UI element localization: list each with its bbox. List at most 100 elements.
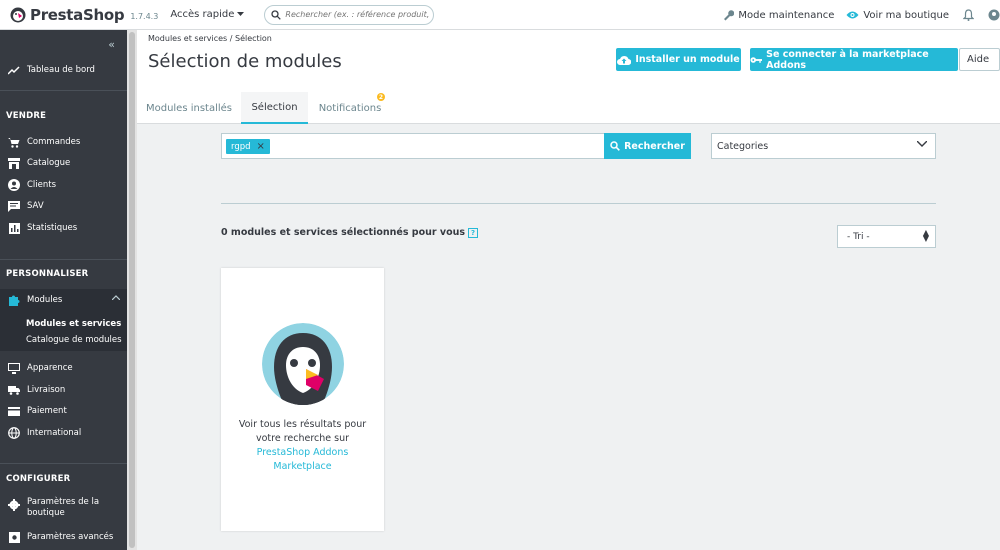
tab-label: Sélection [251,101,298,113]
search-icon [610,141,620,151]
sidebar-label: Modules [27,295,63,305]
chat-icon [8,200,20,212]
tab-selection[interactable]: Sélection [241,92,308,124]
eye-icon [846,11,859,19]
bar-chart-icon [8,222,20,234]
prestashop-logo[interactable]: PrestaShop [10,5,125,24]
sidebar-label: Paramètres de la boutique [27,497,100,518]
sidebar-label: Tableau de bord [27,65,95,75]
section-configure: CONFIGURER [6,474,71,484]
user-avatar-icon [988,9,1000,21]
sidebar-item-orders[interactable]: Commandes [0,133,127,151]
sidebar-label: Paiement [27,406,67,416]
notification-count-badge: 2 [377,93,385,101]
settings-icon [8,499,20,511]
sidebar-item-modules[interactable]: Modules [0,289,127,311]
bell-icon [963,9,974,21]
truck-icon [8,384,20,396]
submenu-modules-catalog[interactable]: Catalogue de modules [26,335,122,345]
page-title: Sélection de modules [148,51,342,72]
tab-label: Modules installés [145,102,233,114]
sidebar-item-catalog[interactable]: Catalogue [0,154,127,172]
chevron-up-icon [112,295,120,300]
sidebar-item-advanced-params[interactable]: Paramètres avancés [0,528,127,546]
search-button[interactable]: Rechercher [604,133,691,159]
monitor-icon [8,362,20,374]
sidebar-item-shipping[interactable]: Livraison [0,381,127,399]
view-shop-label: Voir ma boutique [863,9,949,21]
quick-access-menu[interactable]: Accès rapide [170,9,245,20]
install-module-label: Installer un module [635,54,740,65]
install-module-button[interactable]: Installer un module [616,48,741,71]
sidebar-divider [0,259,127,260]
section-customize: PERSONNALISER [6,269,89,279]
addons-marketplace-card[interactable]: Voir tous les résultats pour votre reche… [221,268,384,531]
globe-icon [8,427,20,439]
collapse-sidebar-icon[interactable]: « [108,38,115,51]
sidebar-label: Paramètres avancés [27,532,114,542]
sort-select[interactable]: - Tri - ▲ ▼ [837,225,936,248]
search-icon [271,9,282,20]
tab-label: Notifications [318,102,382,114]
puffin-mascot-image [262,323,344,405]
sidebar-label: Livraison [27,385,66,395]
search-button-label: Rechercher [624,140,685,152]
sidebar-item-payment[interactable]: Paiement [0,402,127,420]
trending-up-icon [8,64,20,76]
page-header: Modules et services / Sélection Sélectio… [137,30,1000,124]
sidebar-label: Apparence [27,363,73,373]
sort-arrows-icon: ▲ ▼ [922,228,929,243]
help-button[interactable]: Aide [959,48,1000,71]
search-tag-label: rgpd [231,141,251,152]
sidebar-item-shop-params[interactable]: Paramètres de la boutique [0,497,127,523]
employee-avatar[interactable] [988,9,1000,21]
search-tag[interactable]: rgpd × [226,139,270,154]
sidebar-label: Commandes [27,137,81,147]
result-count: 0 modules et services sélectionnés pour … [221,227,479,238]
addons-marketplace-link[interactable]: PrestaShop Addons Marketplace [231,446,374,474]
sidebar: « Tableau de bord VENDRE Commandes Catal… [0,30,127,550]
version-label: 1.7.4.3 [130,12,159,21]
result-count-label: 0 modules et services sélectionnés pour … [221,227,466,238]
modules-submenu [0,311,127,351]
sidebar-label: Statistiques [27,223,78,233]
sidebar-label: SAV [27,201,44,211]
sidebar-item-international[interactable]: International [0,424,127,442]
card-description: Voir tous les résultats pour votre reche… [238,419,367,444]
sidebar-divider [0,90,127,91]
sidebar-divider [0,463,127,464]
remove-tag-icon[interactable]: × [257,141,265,152]
connect-addons-label: Se connecter à la marketplace Addons [766,48,929,71]
notifications-bell[interactable] [963,9,974,21]
cloud-upload-icon [617,55,632,65]
section-divider [221,203,936,204]
sidebar-item-customers[interactable]: Clients [0,176,127,194]
quick-access-label: Accès rapide [170,9,235,20]
advanced-settings-icon [8,531,20,543]
view-shop-link[interactable]: Voir ma boutique [846,10,949,21]
store-icon [8,157,20,169]
connect-addons-button[interactable]: Se connecter à la marketplace Addons [750,48,958,71]
categories-label: Categories [717,140,769,152]
key-icon [750,56,763,63]
help-label: Aide [967,54,990,65]
section-sell: VENDRE [6,111,47,121]
tab-installed-modules[interactable]: Modules installés [137,92,241,124]
global-search[interactable] [264,4,435,25]
submenu-modules-services[interactable]: Modules et services [26,319,121,329]
maintenance-link[interactable]: Mode maintenance [722,9,834,21]
sidebar-scrollbar-thumb[interactable] [129,32,135,548]
help-tooltip-icon[interactable]: ? [468,227,479,238]
module-filter-input[interactable]: rgpd × [221,133,605,159]
cart-icon [8,136,20,148]
global-search-input[interactable] [285,10,431,19]
sidebar-item-appearance[interactable]: Apparence [0,359,127,377]
credit-card-icon [8,405,20,417]
sidebar-item-stats[interactable]: Statistiques [0,219,127,237]
sidebar-item-dashboard[interactable]: Tableau de bord [0,61,127,79]
account-circle-icon [8,179,20,191]
sidebar-item-sav[interactable]: SAV [0,197,127,215]
brand-name: PrestaShop [30,5,125,24]
categories-select[interactable]: Categories [711,133,936,159]
breadcrumb[interactable]: Modules et services / Sélection [148,34,272,43]
